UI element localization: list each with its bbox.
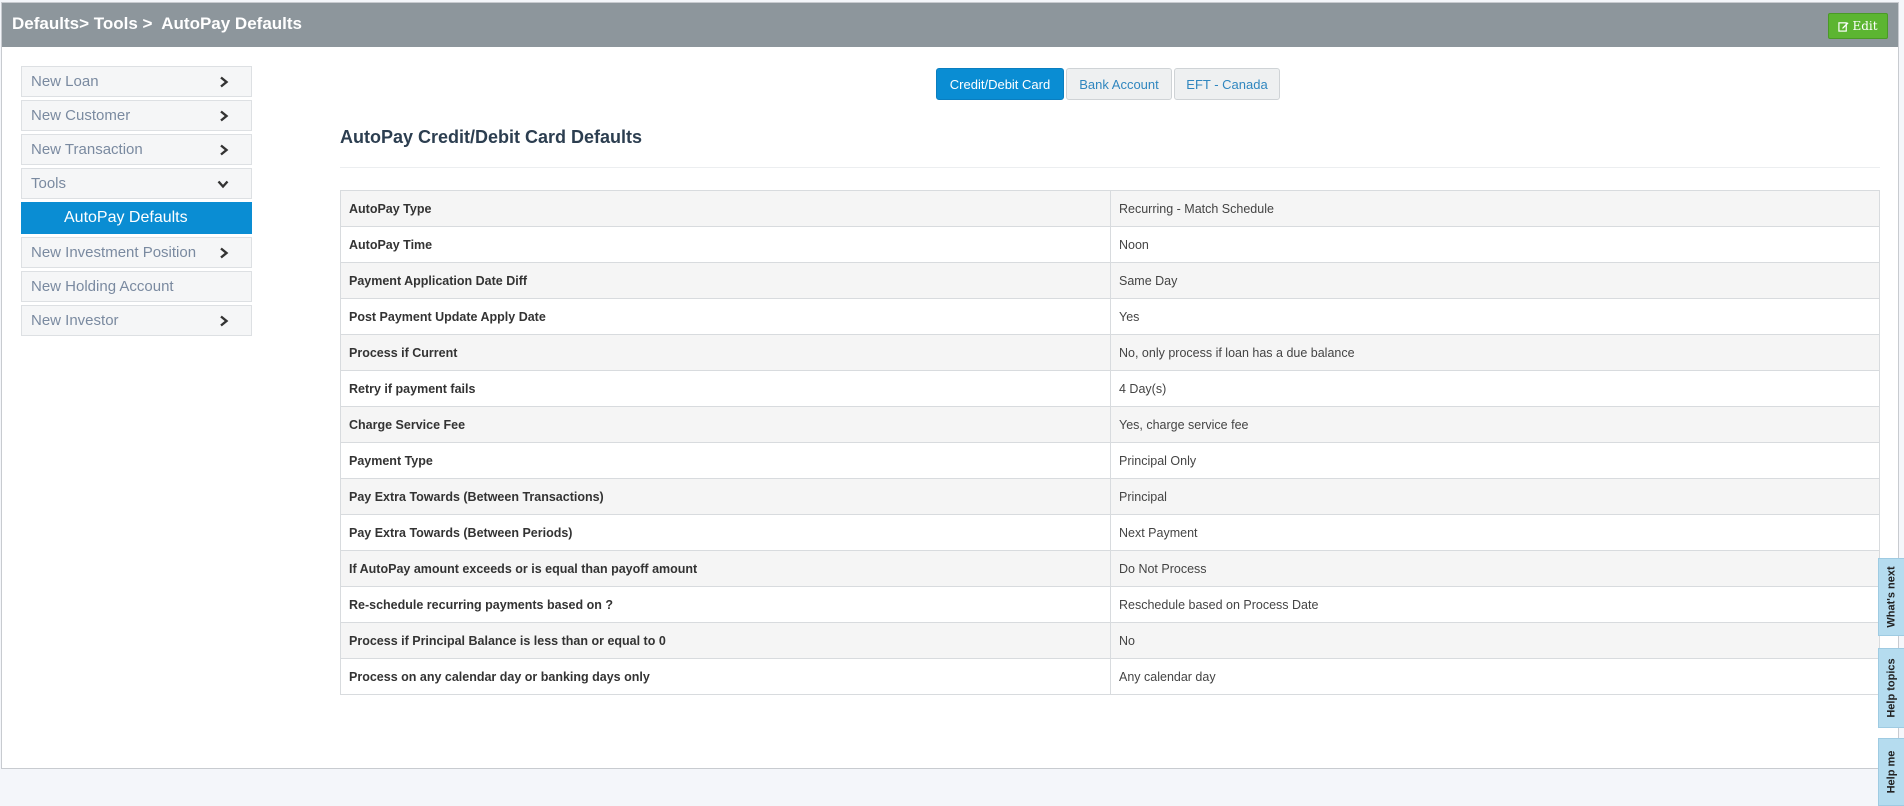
chevron-right-icon bbox=[219, 315, 229, 327]
edit-button[interactable]: Edit bbox=[1828, 13, 1888, 39]
row-value: Principal Only bbox=[1110, 442, 1880, 479]
row-label: Post Payment Update Apply Date bbox=[340, 298, 1111, 335]
table-row: Pay Extra Towards (Between Periods) Next… bbox=[340, 514, 1880, 551]
table-row: Process if Principal Balance is less tha… bbox=[340, 622, 1880, 659]
table-row: Pay Extra Towards (Between Transactions)… bbox=[340, 478, 1880, 515]
table-row: AutoPay Type Recurring - Match Schedule bbox=[340, 190, 1880, 227]
row-label: Re-schedule recurring payments based on … bbox=[340, 586, 1111, 623]
table-row: Payment Type Principal Only bbox=[340, 442, 1880, 479]
sidebar-item-label: New Holding Account bbox=[31, 278, 174, 295]
sidebar-item-new-investment-position[interactable]: New Investment Position bbox=[21, 237, 252, 268]
tab-bank-account[interactable]: Bank Account bbox=[1066, 68, 1172, 100]
edit-icon bbox=[1838, 21, 1849, 32]
top-bar: Defaults> Tools > AutoPay Defaults Edit bbox=[2, 3, 1898, 47]
row-label: Process if Principal Balance is less tha… bbox=[340, 622, 1111, 659]
table-row: Process on any calendar day or banking d… bbox=[340, 658, 1880, 695]
sidebar-nav: New Loan New Customer New Transaction To… bbox=[21, 66, 252, 339]
edit-button-label: Edit bbox=[1852, 19, 1878, 33]
table-row: Process if Current No, only process if l… bbox=[340, 334, 1880, 371]
chevron-right-icon bbox=[219, 144, 229, 156]
row-value: Any calendar day bbox=[1110, 658, 1880, 695]
page-title: AutoPay Credit/Debit Card Defaults bbox=[340, 127, 643, 147]
sidebar-item-new-loan[interactable]: New Loan bbox=[21, 66, 252, 97]
row-value: No, only process if loan has a due balan… bbox=[1110, 334, 1880, 371]
row-value: Noon bbox=[1110, 226, 1880, 263]
row-value: Reschedule based on Process Date bbox=[1110, 586, 1880, 623]
chevron-right-icon bbox=[219, 76, 229, 88]
side-tab-label: What's next bbox=[1885, 566, 1898, 628]
table-row: Retry if payment fails 4 Day(s) bbox=[340, 370, 1880, 407]
row-value: Yes, charge service fee bbox=[1110, 406, 1880, 443]
sidebar-item-label: AutoPay Defaults bbox=[64, 209, 188, 226]
side-tab-label: Help me bbox=[1885, 750, 1898, 794]
row-value: No bbox=[1110, 622, 1880, 659]
row-value: Same Day bbox=[1110, 262, 1880, 299]
chevron-right-icon bbox=[219, 110, 229, 122]
row-value: 4 Day(s) bbox=[1110, 370, 1880, 407]
row-label: Process if Current bbox=[340, 334, 1111, 371]
chevron-right-icon bbox=[219, 247, 229, 259]
help-me-tab[interactable]: Help me bbox=[1878, 738, 1904, 806]
tab-eft-canada[interactable]: EFT - Canada bbox=[1174, 68, 1280, 100]
row-label: Charge Service Fee bbox=[340, 406, 1111, 443]
row-value: Yes bbox=[1110, 298, 1880, 335]
row-label: Payment Application Date Diff bbox=[340, 262, 1111, 299]
row-value: Do Not Process bbox=[1110, 550, 1880, 587]
row-label: Process on any calendar day or banking d… bbox=[340, 658, 1111, 695]
side-tab-label: Help topics bbox=[1885, 658, 1898, 718]
breadcrumb: Defaults> Tools > AutoPay Defaults bbox=[12, 14, 303, 33]
sidebar-item-tools[interactable]: Tools bbox=[21, 168, 252, 199]
whats-next-tab[interactable]: What's next bbox=[1878, 558, 1904, 636]
sidebar-item-new-customer[interactable]: New Customer bbox=[21, 100, 252, 131]
row-value: Recurring - Match Schedule bbox=[1110, 190, 1880, 227]
card-type-tabs: Credit/Debit Card Bank Account EFT - Can… bbox=[936, 68, 1280, 100]
row-label: Pay Extra Towards (Between Periods) bbox=[340, 514, 1111, 551]
row-label: Retry if payment fails bbox=[340, 370, 1111, 407]
help-topics-tab[interactable]: Help topics bbox=[1878, 648, 1904, 728]
row-label: Payment Type bbox=[340, 442, 1111, 479]
divider bbox=[340, 167, 1880, 168]
table-row: AutoPay Time Noon bbox=[340, 226, 1880, 263]
row-label: AutoPay Type bbox=[340, 190, 1111, 227]
row-label: If AutoPay amount exceeds or is equal th… bbox=[340, 550, 1111, 587]
sidebar-item-label: New Investment Position bbox=[31, 244, 197, 261]
row-label: Pay Extra Towards (Between Transactions) bbox=[340, 478, 1111, 515]
table-row: Charge Service Fee Yes, charge service f… bbox=[340, 406, 1880, 443]
sidebar-item-label: New Transaction bbox=[31, 141, 143, 158]
sidebar-item-label: New Investor bbox=[31, 312, 119, 329]
table-row: Re-schedule recurring payments based on … bbox=[340, 586, 1880, 623]
defaults-table: AutoPay Type Recurring - Match Schedule … bbox=[340, 190, 1880, 695]
table-row: Post Payment Update Apply Date Yes bbox=[340, 298, 1880, 335]
sidebar-item-label: New Customer bbox=[31, 107, 131, 124]
row-value: Next Payment bbox=[1110, 514, 1880, 551]
row-label: AutoPay Time bbox=[340, 226, 1111, 263]
chevron-down-icon bbox=[217, 179, 229, 189]
tab-credit-debit-card[interactable]: Credit/Debit Card bbox=[936, 68, 1064, 100]
sidebar-item-label: Tools bbox=[31, 175, 67, 192]
sidebar-item-new-transaction[interactable]: New Transaction bbox=[21, 134, 252, 165]
sidebar-item-new-holding-account[interactable]: New Holding Account bbox=[21, 271, 252, 302]
sidebar-item-new-investor[interactable]: New Investor bbox=[21, 305, 252, 336]
sidebar-item-label: New Loan bbox=[31, 73, 99, 90]
table-row: Payment Application Date Diff Same Day bbox=[340, 262, 1880, 299]
table-row: If AutoPay amount exceeds or is equal th… bbox=[340, 550, 1880, 587]
sidebar-item-autopay-defaults[interactable]: AutoPay Defaults bbox=[21, 202, 252, 234]
row-value: Principal bbox=[1110, 478, 1880, 515]
